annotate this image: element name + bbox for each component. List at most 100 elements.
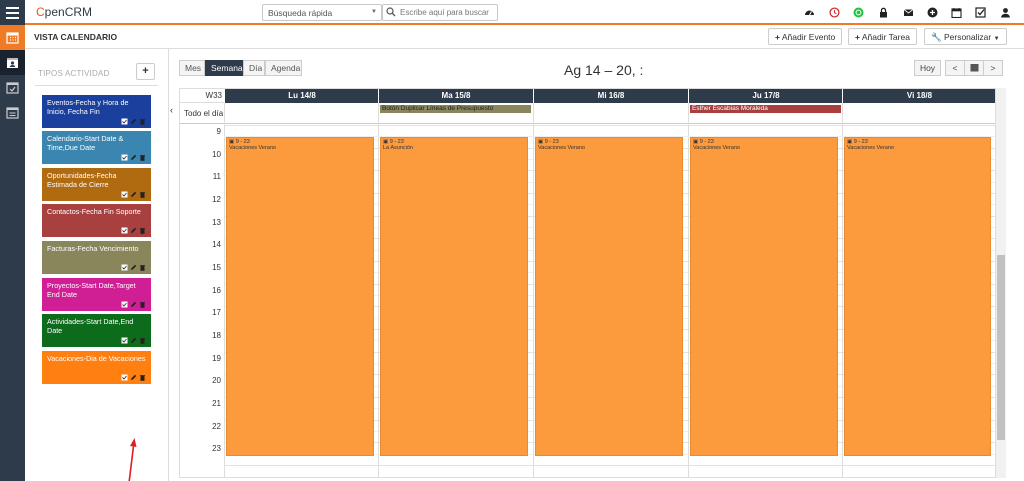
calendar-list-icon [6,107,19,119]
day-header[interactable]: Ju 17/8 [688,89,843,103]
hour-label: 22 [212,421,221,431]
calendar-scrollbar[interactable] [996,88,1006,478]
checkbox-icon[interactable] [975,7,986,18]
calendar-event[interactable]: ▣ 9 - 23 Vacaciones Verano [690,137,838,456]
all-day-label: Todo el día [184,109,224,118]
calendar-person-icon [7,58,18,68]
activity-type-card[interactable]: Oportunidades-Fecha Estimada de Cierre [42,168,151,201]
user-icon[interactable] [1000,7,1011,18]
view-agenda-button[interactable]: Agenda [265,60,302,76]
app-logo[interactable]: CpenCRM [36,5,92,19]
event-title: Vacaciones Verano [693,145,740,151]
view-week-button[interactable]: Semana [205,60,243,76]
activity-type-card[interactable]: Vacaciones-Dia de Vacaciones [42,351,151,384]
week-grid: W33 Lu 14/8 Ma 15/8 Mi 16/8 Ju 17/8 Vi 18/8 … [179,88,996,478]
prev-week-button[interactable]: < [945,60,965,76]
day-header[interactable]: Lu 14/8 [224,89,379,103]
event-title: La Asunción [383,145,413,151]
trash-icon[interactable] [139,337,146,344]
pencil-icon[interactable] [130,118,137,125]
hour-label: 17 [212,308,221,318]
add-event-button[interactable]: + Añadir Evento [768,28,843,45]
pencil-icon[interactable] [130,191,137,198]
trash-icon[interactable] [139,118,146,125]
add-task-button[interactable]: + Añadir Tarea [848,28,917,45]
checkbox-icon[interactable] [121,154,128,161]
add-task-label: Añadir Tarea [861,32,910,42]
activity-type-card[interactable]: Eventos-Fecha y Hora de Inicio, Fecha Fi… [42,95,151,128]
search-input[interactable]: Escribe aquí para buscar [382,4,498,21]
trash-icon[interactable] [139,301,146,308]
activity-types-title: TIPOS ACTIVIDAD [38,69,110,78]
trash-icon[interactable] [139,227,146,234]
trash-icon[interactable] [139,264,146,271]
page-title: VISTA CALENDARIO [34,32,118,42]
activity-type-label: Facturas-Fecha Vencimiento [47,244,139,253]
pencil-icon[interactable] [130,301,137,308]
activity-type-card[interactable]: Proyectos-Start Date,Target End Date [42,278,151,311]
calendar-event[interactable]: ▣ 9 - 23 Vacaciones Verano [226,137,374,456]
next-week-button[interactable]: > [983,60,1003,76]
speedometer-icon[interactable] [804,7,815,18]
activity-type-card[interactable]: Calendario-Start Date & Time,Due Date [42,131,151,164]
pencil-icon[interactable] [130,227,137,234]
calendar-picker-button[interactable] [964,60,984,76]
all-day-event[interactable]: Esther Escabias Moraleda [690,105,841,113]
top-navbar: CpenCRM Búsqueda rápida ▼ Escribe aquí p… [0,0,1024,25]
hour-label: 10 [212,149,221,159]
logo-text: penCRM [44,5,93,19]
search-module-select[interactable]: Búsqueda rápida ▼ [262,4,382,21]
checkbox-icon[interactable] [121,264,128,271]
add-activity-type-button[interactable]: + [136,63,155,80]
checkbox-icon[interactable] [121,337,128,344]
checkbox-icon[interactable] [121,191,128,198]
plus-circle-icon[interactable] [927,7,938,18]
pencil-icon[interactable] [130,264,137,271]
pencil-icon[interactable] [130,374,137,381]
activity-type-actions [121,301,146,308]
sidebar-item-calendar-view[interactable] [0,50,25,75]
clock-icon[interactable] [829,7,840,18]
calendar-grid-icon [6,32,19,44]
view-day-button[interactable]: Día [243,60,265,76]
pencil-icon[interactable] [130,154,137,161]
calendar-event[interactable]: ▣ 9 - 23 Vacaciones Verano [844,137,991,456]
activity-type-label: Proyectos-Start Date,Target End Date [47,281,136,299]
today-button[interactable]: Hoy [914,60,941,76]
pencil-icon[interactable] [130,337,137,344]
calendar-event[interactable]: ▣ 9 - 23 Vacaciones Verano [535,137,683,456]
all-day-event[interactable]: Botón Duplicar Líneas de Presupuesto [380,105,531,113]
trash-icon[interactable] [139,374,146,381]
checkbox-icon[interactable] [121,118,128,125]
trash-icon[interactable] [139,154,146,161]
whatsapp-icon[interactable] [853,7,864,18]
scrollbar-thumb[interactable] [997,255,1005,440]
day-header[interactable]: Ma 15/8 [378,89,533,103]
trash-icon[interactable] [139,191,146,198]
lock-icon[interactable] [878,7,889,18]
checkbox-icon[interactable] [121,374,128,381]
sidebar-item-tasks[interactable] [0,75,25,100]
activity-type-card[interactable]: Actividades-Start Date,End Date [42,314,151,347]
collapse-panel-icon[interactable]: ‹ [170,105,173,115]
customize-button[interactable]: 🔧 Personalizar ▼ [924,28,1007,45]
checkbox-icon[interactable] [121,301,128,308]
day-header[interactable]: Mi 16/8 [533,89,688,103]
hour-label: 14 [212,240,221,250]
sidebar-item-agenda[interactable] [0,100,25,125]
calendar-icon[interactable] [951,7,962,18]
time-grid: 9 10 11 12 13 14 15 16 17 18 19 20 21 22 23 ▣ 9 - 23 Vac… [180,103,995,477]
divider [35,85,158,86]
activity-type-actions [121,227,146,234]
day-header[interactable]: Vi 18/8 [842,89,995,103]
checkbox-icon[interactable] [121,227,128,234]
activity-type-card[interactable]: Facturas-Fecha Vencimiento [42,241,151,274]
sidebar-item-calendar[interactable] [0,25,25,50]
calendar-event[interactable]: ▣ 9 - 23 La Asunción [380,137,528,456]
hour-label: 9 [216,127,221,136]
activity-type-card[interactable]: Contactos-Fecha Fin Soporte [42,204,151,237]
view-month-button[interactable]: Mes [179,60,205,76]
calendar-icon [970,64,978,72]
menu-icon[interactable] [0,0,25,25]
envelope-icon[interactable] [903,7,914,18]
